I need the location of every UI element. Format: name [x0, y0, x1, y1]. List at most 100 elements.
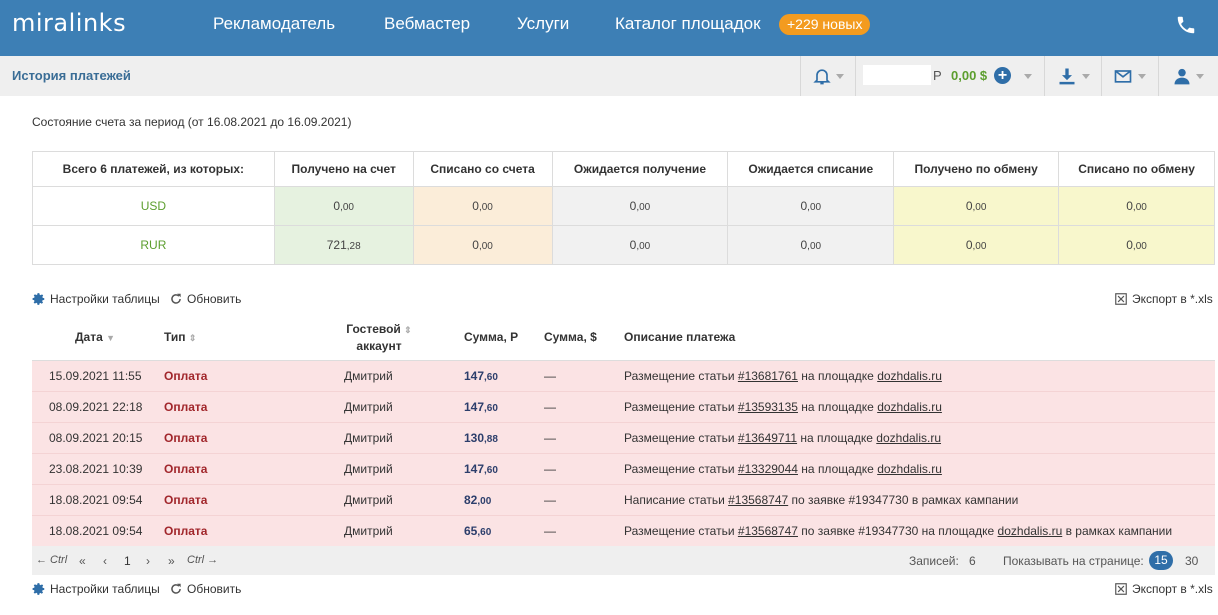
cell-date: 18.08.2021 09:54	[32, 484, 164, 516]
description-link[interactable]: #13649711	[738, 431, 797, 445]
records-label: Записей:	[909, 554, 959, 568]
nav-advertiser[interactable]: Рекламодатель	[213, 14, 335, 34]
last-page-button[interactable]: »	[168, 554, 175, 568]
cell-sum-rub: 130,88	[444, 422, 544, 454]
description-link[interactable]: #13329044	[738, 462, 798, 476]
export-xls-button[interactable]: Экспорт в *.xls	[1114, 292, 1213, 306]
next-page-button[interactable]: ›	[146, 554, 150, 568]
cell-description: Размещение статьи #13593135 на площадке …	[624, 391, 1215, 423]
amount-fraction: ,00	[477, 495, 492, 507]
cell-sum-usd: —	[544, 360, 624, 392]
table-settings-button[interactable]: Настройки таблицы	[32, 582, 160, 596]
column-header-description[interactable]: Описание платежа	[624, 315, 1215, 361]
summary-cell: 0,00	[412, 225, 553, 265]
amount-fraction: ,60	[477, 526, 492, 538]
summary-cell: 0,00	[551, 186, 729, 226]
prev-page-button[interactable]: ‹	[103, 554, 107, 568]
cell-guest: Дмитрий	[314, 453, 444, 485]
amount-integer: 147	[464, 368, 485, 383]
cell-date: 08.09.2021 22:18	[32, 391, 164, 423]
chevron-down-icon[interactable]	[1196, 74, 1204, 79]
summary-cell: 0,00	[1058, 186, 1215, 226]
catalog-new-badge[interactable]: +229 новых	[779, 14, 871, 35]
per-page-15[interactable]: 15	[1149, 551, 1173, 570]
excel-icon	[1115, 583, 1127, 595]
description-link[interactable]: #13568747	[738, 524, 798, 538]
refresh-icon	[171, 583, 181, 594]
logo[interactable]: miralinks	[12, 9, 126, 37]
cell-type: Оплата	[164, 484, 314, 516]
cell-sum-rub: 65,60	[444, 515, 544, 547]
description-text: по заявке #19347730 в рамках кампании	[788, 492, 1019, 507]
cell-type: Оплата	[164, 515, 314, 547]
amount-fraction: ,00	[972, 202, 987, 213]
chevron-down-icon[interactable]	[836, 74, 844, 79]
column-header-type[interactable]: Тип ⇕	[164, 315, 314, 361]
cell-type: Оплата	[164, 360, 314, 392]
description-text: Размещение статьи	[624, 399, 738, 414]
refresh-icon	[171, 293, 181, 304]
payments-table: Дата ▼ Тип ⇕ Гостевой ⇕ аккаунт Сумма, Р…	[32, 315, 1215, 547]
chevron-down-icon[interactable]	[1138, 74, 1146, 79]
cell-type: Оплата	[164, 422, 314, 454]
sort-desc-icon: ▼	[106, 333, 116, 344]
table-row: 15.09.2021 11:55 Оплата Дмитрий 147,60— Разм…	[32, 360, 1215, 392]
chevron-down-icon[interactable]	[1082, 74, 1090, 79]
cell-sum-usd: —	[544, 515, 624, 547]
gear-icon	[32, 583, 45, 595]
export-xls-button[interactable]: Экспорт в *.xls	[1114, 582, 1213, 596]
amount-integer: 65	[464, 523, 478, 538]
summary-cell: 0,00	[412, 186, 553, 226]
chevron-down-icon[interactable]	[1024, 74, 1032, 79]
usd-balance: 0,00 $	[951, 68, 988, 83]
column-header-sum-rub[interactable]: Сумма, Р	[444, 315, 544, 361]
summary-row: RUR 721,28 0,00 0,00 0,00 0,00 0,00	[32, 225, 1215, 265]
table-row: 08.09.2021 22:18 Оплата Дмитрий 147,60— Разм…	[32, 391, 1215, 423]
description-link[interactable]: #13681761	[738, 369, 798, 383]
download-icon[interactable]	[1056, 66, 1078, 86]
amount-fraction: ,00	[636, 241, 651, 252]
description-link[interactable]: dozhdalis.ru	[877, 462, 942, 476]
top-navbar: miralinks Рекламодатель Вебмастер Услуги…	[0, 0, 1218, 56]
description-link[interactable]: dozhdalis.ru	[876, 431, 941, 445]
refresh-button[interactable]: Обновить	[169, 292, 241, 306]
divider	[1158, 56, 1159, 96]
description-link[interactable]: dozhdalis.ru	[877, 369, 942, 383]
nav-webmaster[interactable]: Вебмастер	[384, 14, 470, 34]
amount-integer: 130	[464, 430, 485, 445]
current-page[interactable]: 1	[124, 554, 131, 568]
description-text: на площадке	[797, 368, 878, 383]
amount-fraction: ,00	[807, 241, 822, 252]
description-link[interactable]: dozhdalis.ru	[877, 400, 942, 414]
user-icon[interactable]	[1171, 66, 1193, 86]
sort-icon: ⇕	[188, 333, 197, 344]
per-page-30[interactable]: 30	[1185, 554, 1198, 568]
description-text: Размещение статьи	[624, 461, 738, 476]
column-header-sum-usd[interactable]: Сумма, $	[544, 315, 624, 361]
summary-header: Всего 6 платежей, из которых:	[32, 151, 275, 187]
nav-catalog[interactable]: Каталог площадок	[615, 14, 761, 34]
amount-fraction: ,60	[484, 464, 498, 476]
summary-cell: 0,00	[727, 225, 895, 265]
description-link[interactable]: #13568747	[728, 493, 788, 507]
phone-icon[interactable]	[1175, 14, 1197, 36]
refresh-button[interactable]: Обновить	[169, 582, 241, 596]
description-text: в рамках кампании	[1062, 523, 1173, 538]
table-settings-label: Настройки таблицы	[50, 582, 160, 596]
nav-services[interactable]: Услуги	[517, 14, 569, 34]
prev-ctrl-hint: ← Ctrl	[36, 554, 68, 566]
first-page-button[interactable]: «	[79, 554, 86, 568]
summary-cell: 0,00	[727, 186, 895, 226]
add-funds-icon[interactable]: +	[994, 67, 1011, 84]
table-settings-button[interactable]: Настройки таблицы	[32, 292, 160, 306]
column-header-date[interactable]: Дата ▼	[32, 315, 164, 361]
description-link[interactable]: dozhdalis.ru	[998, 524, 1063, 538]
cell-type: Оплата	[164, 391, 314, 423]
divider	[855, 56, 856, 96]
bell-icon[interactable]	[812, 66, 832, 86]
description-text: на площадке	[797, 461, 878, 476]
mail-icon[interactable]	[1112, 66, 1134, 86]
summary-row: USD 0,00 0,00 0,00 0,00 0,00 0,00	[32, 186, 1215, 226]
column-header-guest[interactable]: Гостевой ⇕ аккаунт	[314, 315, 444, 361]
description-link[interactable]: #13593135	[738, 400, 798, 414]
